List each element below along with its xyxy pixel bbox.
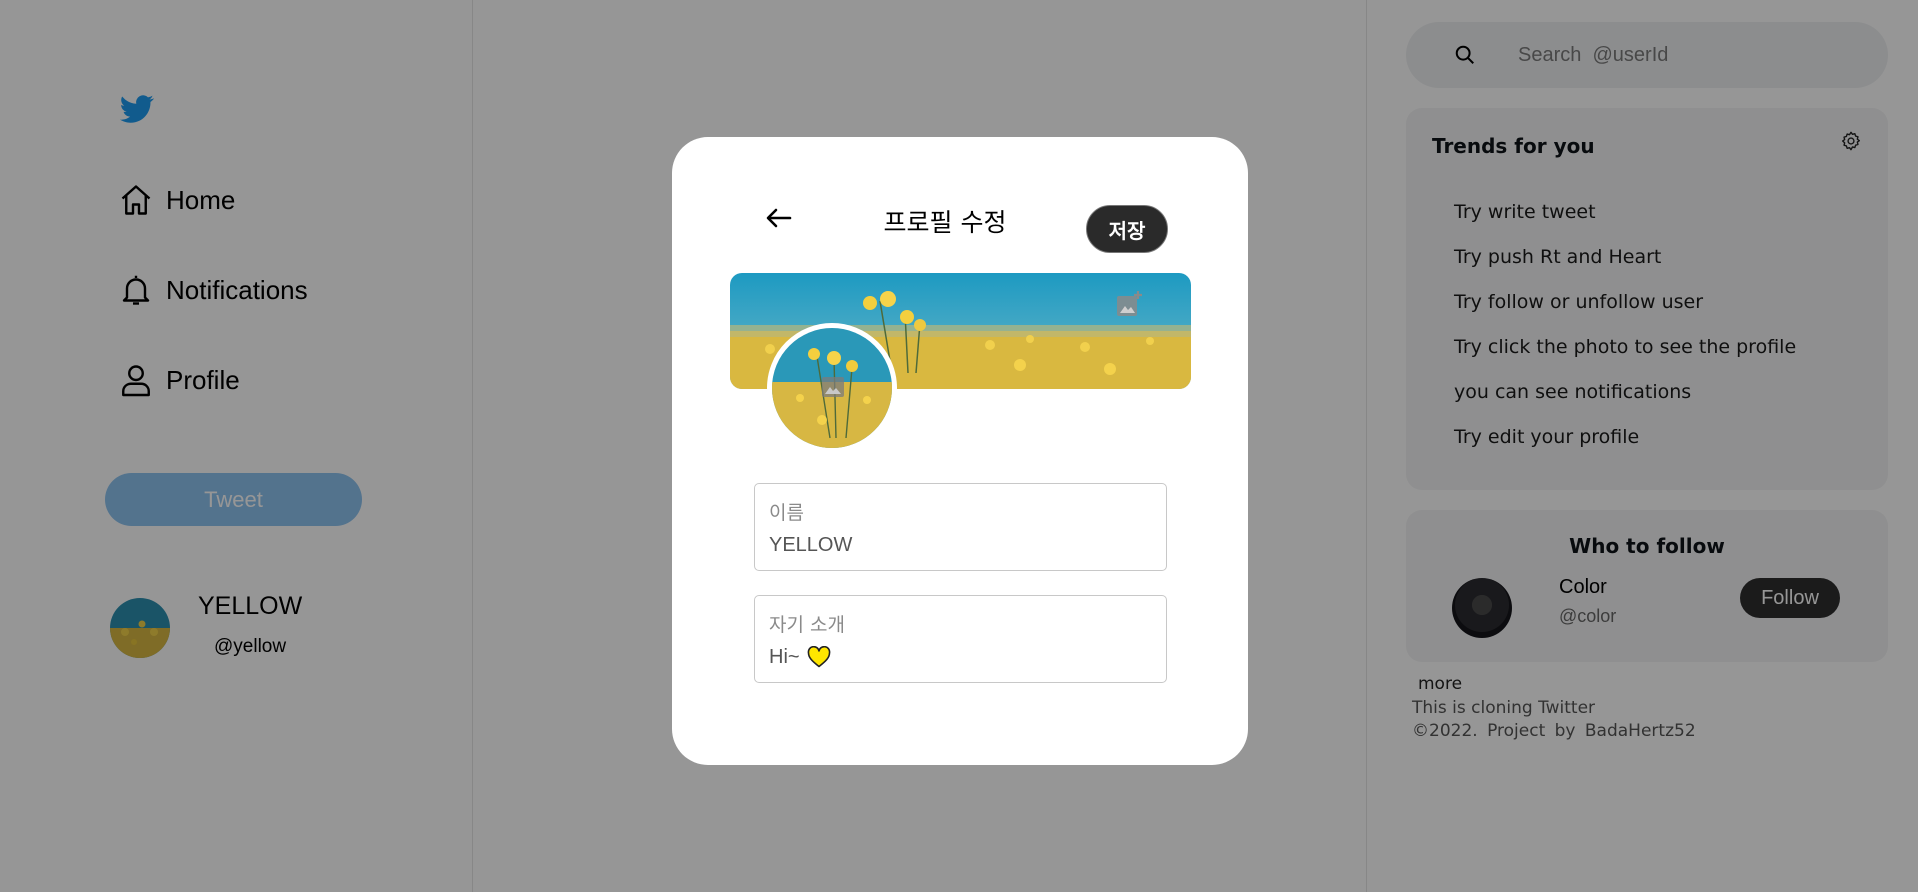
bio-field[interactable]: 자기 소개 [754,595,1167,683]
save-button[interactable]: 저장 [1086,205,1168,253]
add-photo-icon[interactable] [1114,289,1144,319]
name-field-label: 이름 [769,502,804,524]
yellow-heart-icon [807,646,831,668]
bio-field-label: 자기 소개 [769,614,845,636]
edit-profile-modal: 프로필 수정 저장 이름 YELLOW 자기 소개 Hi~ [672,137,1248,765]
change-photo-icon[interactable] [820,374,846,400]
name-field[interactable]: 이름 [754,483,1167,571]
profile-photo-edit[interactable] [767,323,897,453]
bio-input[interactable] [769,646,803,669]
name-input[interactable] [769,534,1139,557]
